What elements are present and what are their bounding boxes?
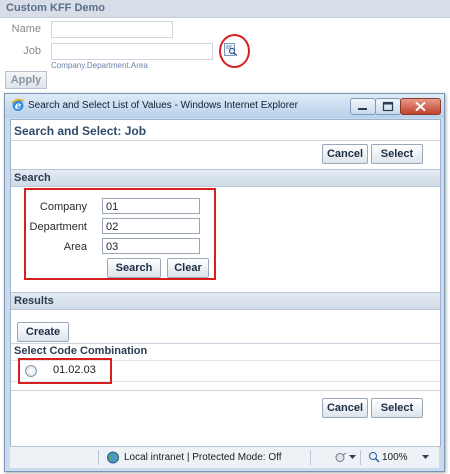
job-label: Job: [23, 45, 41, 57]
chevron-down-icon[interactable]: [349, 455, 356, 460]
divider: [98, 450, 99, 465]
job-field[interactable]: [51, 43, 213, 60]
column-header-code-combination: Select Code Combination: [14, 345, 148, 357]
window-title: Search and Select List of Values - Windo…: [28, 100, 298, 111]
results-section-title: Results: [14, 295, 54, 307]
maximize-icon: [382, 101, 394, 112]
globe-icon: [107, 451, 119, 464]
page-header: Custom KFF Demo: [0, 0, 450, 18]
select-button-bottom[interactable]: Select: [371, 398, 423, 418]
result-row-highlight: [18, 358, 112, 384]
search-form-highlight: [24, 188, 216, 280]
results-section-header: Results: [11, 292, 440, 310]
name-field[interactable]: [51, 21, 173, 38]
lov-icon-highlight: [219, 34, 250, 68]
maximize-button[interactable]: [375, 98, 401, 115]
close-icon: [415, 101, 426, 112]
window-titlebar[interactable]: e Search and Select List of Values - Win…: [5, 94, 444, 118]
svg-text:e: e: [15, 101, 21, 112]
lov-popup-window: e Search and Select List of Values - Win…: [4, 93, 445, 472]
close-button[interactable]: [400, 98, 441, 115]
status-bar: Local intranet | Protected Mode: Off 100…: [10, 446, 439, 468]
internet-explorer-icon: e: [11, 98, 25, 112]
popup-heading: Search and Select: Job: [14, 124, 147, 138]
protected-mode-icon[interactable]: [335, 452, 347, 463]
popup-content: Search and Select: Job Cancel Select Sea…: [10, 119, 441, 447]
minimize-button[interactable]: [350, 98, 376, 115]
zoom-level[interactable]: 100%: [382, 452, 408, 463]
page-title: Custom KFF Demo: [6, 2, 105, 14]
cancel-button-top[interactable]: Cancel: [322, 144, 368, 164]
security-zone-text: Local intranet | Protected Mode: Off: [124, 452, 282, 463]
divider: [310, 450, 311, 465]
create-button[interactable]: Create: [17, 322, 69, 342]
search-section-title: Search: [14, 172, 51, 184]
search-section-header: Search: [11, 169, 440, 187]
name-label: Name: [11, 23, 41, 35]
cancel-button-bottom[interactable]: Cancel: [322, 398, 368, 418]
job-hint: Company.Department.Area: [51, 61, 148, 70]
zoom-icon[interactable]: [368, 451, 380, 463]
apply-button[interactable]: Apply: [5, 71, 47, 89]
divider: [360, 450, 361, 465]
select-button-top[interactable]: Select: [371, 144, 423, 164]
divider: [11, 390, 440, 391]
minimize-icon: [358, 108, 367, 110]
divider: [11, 140, 440, 141]
chevron-down-icon[interactable]: [422, 455, 429, 460]
